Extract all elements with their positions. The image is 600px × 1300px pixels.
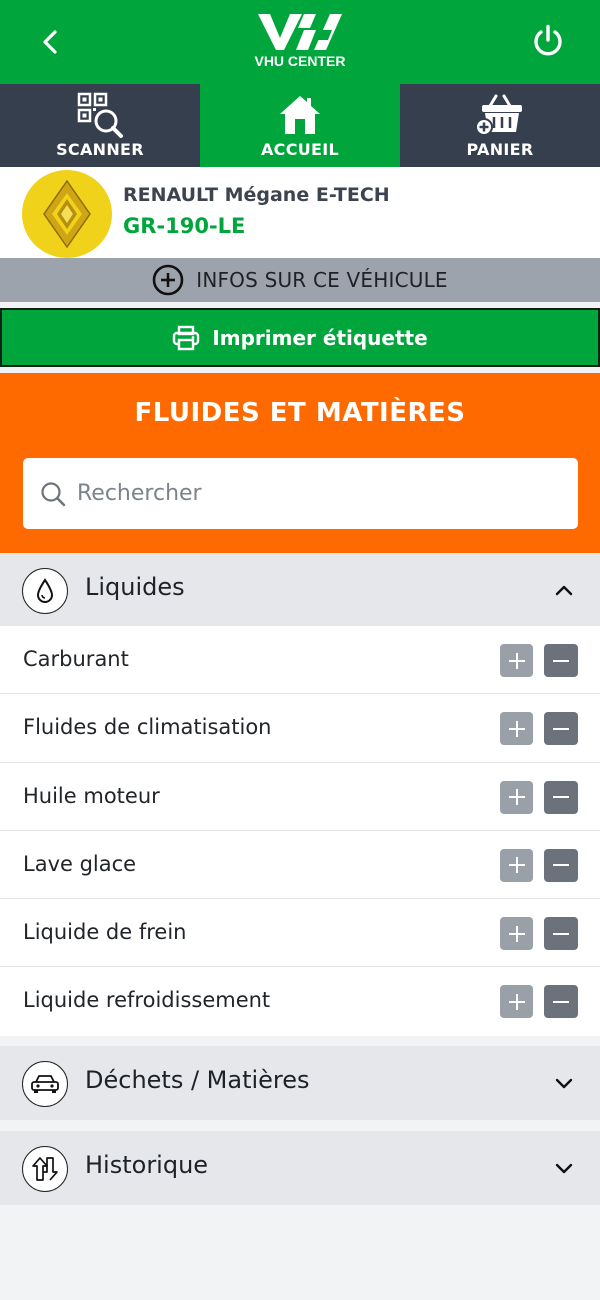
search-box (23, 458, 578, 529)
decrement-button[interactable] (544, 780, 578, 814)
increment-button[interactable] (500, 712, 533, 746)
vehicle-card: RENAULT Mégane E-TECH GR-190-LE (0, 167, 600, 258)
item-name: Liquide refroidissement (23, 988, 271, 1013)
top-bar: VHU CENTER (0, 0, 600, 84)
tab-accueil[interactable]: ACCUEIL (200, 84, 400, 167)
list-item: Lave glace (0, 831, 600, 900)
vhu-logo-icon (258, 14, 342, 50)
chevron-up-icon (552, 579, 576, 601)
plus-circle-icon (152, 264, 184, 296)
accordion-historique[interactable]: Historique (0, 1131, 600, 1205)
minus-icon (553, 1000, 569, 1003)
increment-button[interactable] (500, 848, 533, 882)
section-title: FLUIDES ET MATIÈRES (134, 398, 466, 428)
item-name: Huile moteur (23, 783, 160, 808)
decrement-button[interactable] (544, 848, 578, 882)
search-icon (41, 482, 66, 507)
minus-icon (553, 932, 569, 935)
accordion-icon-wrap (22, 1061, 68, 1107)
vehicle-info-button[interactable]: INFOS SUR CE VÉHICULE (0, 258, 600, 302)
car-icon (31, 1075, 59, 1093)
tab-icon-wrap (472, 92, 528, 138)
item-name: Fluides de climatisation (23, 715, 272, 740)
renault-logo (22, 170, 112, 258)
vehicle-plate: GR-190-LE (123, 214, 246, 238)
list-item: Fluides de climatisation (0, 694, 600, 763)
tab-scanner[interactable]: SCANNER (0, 84, 200, 167)
search-input[interactable] (77, 470, 557, 516)
decrement-button[interactable] (544, 917, 578, 951)
plus-icon (508, 720, 525, 737)
plus-icon (508, 925, 525, 942)
tab-icon-wrap (272, 92, 328, 138)
tab-panier[interactable]: PANIER (400, 84, 600, 167)
increment-button[interactable] (500, 644, 533, 677)
item-name: Lave glace (23, 851, 137, 876)
list-item: Liquide de frein (0, 899, 600, 968)
qr-scanner-icon (77, 92, 123, 138)
main-nav: SCANNER ACCUEIL PANIER (0, 84, 600, 167)
minus-icon (553, 864, 569, 867)
chevron-left-icon (43, 30, 57, 54)
up-down-arrows-icon (32, 1157, 58, 1181)
logo-text: VHU CENTER (254, 53, 346, 69)
minus-icon (553, 659, 569, 662)
vehicle-info-label: INFOS SUR CE VÉHICULE (196, 268, 448, 292)
increment-button[interactable] (500, 985, 533, 1019)
home-icon (280, 96, 320, 134)
list-item: Carburant (0, 626, 600, 695)
renault-diamond-icon (43, 179, 91, 249)
vehicle-name: RENAULT Mégane E-TECH (123, 184, 390, 206)
accordion-icon-wrap (22, 568, 68, 614)
chevron-down-icon (552, 1157, 576, 1179)
item-name: Carburant (23, 647, 129, 671)
accordion-icon-wrap (22, 1146, 68, 1192)
tab-label: PANIER (466, 140, 534, 159)
plus-icon (508, 789, 525, 806)
minus-icon (553, 727, 569, 730)
back-button[interactable] (28, 22, 72, 62)
minus-icon (553, 796, 569, 799)
drop-icon (36, 578, 54, 603)
print-label-text: Imprimer étiquette (212, 325, 428, 350)
chevron-down-icon (552, 1072, 576, 1094)
tab-label: SCANNER (56, 140, 144, 159)
decrement-button[interactable] (544, 644, 578, 677)
list-item: Liquide refroidissement (0, 967, 600, 1035)
tab-label: ACCUEIL (260, 140, 340, 159)
liquides-list: Carburant Fluides de climatisation Huile… (0, 626, 600, 1036)
increment-button[interactable] (500, 780, 533, 814)
section-header: FLUIDES ET MATIÈRES (0, 373, 600, 553)
decrement-button[interactable] (544, 985, 578, 1019)
accordion-dechets[interactable]: Déchets / Matières (0, 1046, 600, 1120)
accordion-label: Déchets / Matières (85, 1066, 310, 1094)
increment-button[interactable] (500, 917, 533, 951)
plus-icon (508, 993, 525, 1010)
accordion-label: Historique (85, 1151, 209, 1179)
decrement-button[interactable] (544, 712, 578, 746)
basket-icon (475, 94, 522, 136)
accordion-label: Liquides (85, 573, 185, 601)
logout-button[interactable] (522, 18, 574, 64)
power-icon (534, 24, 562, 56)
tab-icon-wrap (72, 92, 128, 138)
plus-icon (508, 857, 525, 874)
plus-icon (508, 652, 525, 669)
print-label-button[interactable]: Imprimer étiquette (0, 308, 600, 367)
app-logo: VHU CENTER (250, 12, 350, 72)
accordion-liquides[interactable]: Liquides (0, 553, 600, 627)
list-item: Huile moteur (0, 763, 600, 831)
printer-icon (173, 325, 200, 350)
item-name: Liquide de frein (23, 920, 187, 945)
